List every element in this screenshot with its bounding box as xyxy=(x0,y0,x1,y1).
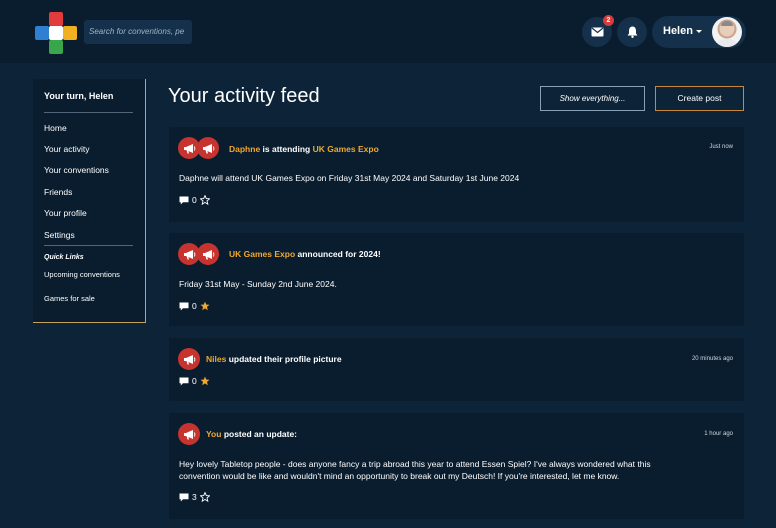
avatar[interactable] xyxy=(712,17,742,47)
post-heading: UK Games Expo announced for 2024! xyxy=(229,249,381,259)
post-body: Hey lovely Tabletop people - does anyone… xyxy=(179,458,651,482)
star-outline-icon[interactable] xyxy=(199,195,210,205)
comment-count: 0 xyxy=(192,195,197,205)
feed-post: Daphne is attending UK Games Expo Just n… xyxy=(169,127,744,222)
comment-icon[interactable] xyxy=(179,493,189,502)
show-everything-button[interactable]: Show everything... xyxy=(540,86,645,111)
post-reactions: 0 xyxy=(179,301,210,311)
sidebar-item-your-profile[interactable]: Your profile xyxy=(44,208,87,218)
user-name: Helen xyxy=(663,25,693,37)
megaphone-icon xyxy=(197,137,219,159)
post-actor-link[interactable]: Niles xyxy=(206,354,226,364)
post-verb: posted an update: xyxy=(223,429,298,439)
post-heading: Daphne is attending UK Games Expo xyxy=(229,144,379,154)
sidebar-item-your-conventions[interactable]: Your conventions xyxy=(44,165,109,175)
sidebar-item-settings[interactable]: Settings xyxy=(44,230,75,240)
comment-count: 3 xyxy=(192,492,197,502)
post-body-line: Hey lovely Tabletop people - does anyone… xyxy=(179,459,651,469)
create-post-button[interactable]: Create post xyxy=(655,86,744,111)
quick-link-upcoming-conventions[interactable]: Upcoming conventions xyxy=(44,270,120,279)
quick-links-heading: Quick Links xyxy=(44,254,84,261)
divider xyxy=(44,245,133,246)
bell-icon xyxy=(627,26,637,38)
post-verb: is attending xyxy=(262,144,311,154)
page-title: Your activity feed xyxy=(168,85,320,107)
post-reactions: 3 xyxy=(179,492,210,502)
post-body: Daphne will attend UK Games Expo on Frid… xyxy=(179,173,520,183)
megaphone-icon xyxy=(178,423,200,445)
envelope-icon xyxy=(591,27,603,37)
comment-count: 0 xyxy=(192,301,197,311)
post-heading: Niles updated their profile picture xyxy=(206,354,342,364)
megaphone-icon xyxy=(197,243,219,265)
post-verb: updated their profile picture xyxy=(228,354,342,364)
post-object-link[interactable]: UK Games Expo xyxy=(313,144,379,154)
post-timestamp: Just now xyxy=(709,144,733,150)
comment-icon[interactable] xyxy=(179,302,189,311)
user-menu[interactable]: Helen xyxy=(652,16,746,48)
post-timestamp: 1 hour ago xyxy=(704,431,733,437)
sidebar: Your turn, Helen Home Your activity Your… xyxy=(33,79,146,323)
post-body: Friday 31st May - Sunday 2nd June 2024. xyxy=(179,279,337,289)
comment-icon[interactable] xyxy=(179,377,189,386)
divider xyxy=(44,112,133,113)
feed-post: UK Games Expo announced for 2024! Friday… xyxy=(169,233,744,326)
megaphone-icon xyxy=(178,348,200,370)
search-input[interactable]: Search for conventions, pe xyxy=(84,20,192,44)
post-reactions: 0 xyxy=(179,195,210,205)
post-verb: announced for 2024! xyxy=(297,249,381,259)
site-logo[interactable] xyxy=(35,12,77,54)
sidebar-item-home[interactable]: Home xyxy=(44,123,67,133)
sidebar-item-your-activity[interactable]: Your activity xyxy=(44,144,90,154)
post-actor-link[interactable]: You xyxy=(206,429,221,439)
feed-post: You posted an update: 1 hour ago Hey lov… xyxy=(169,413,744,519)
post-actor-link[interactable]: Daphne xyxy=(229,144,260,154)
post-heading: You posted an update: xyxy=(206,429,297,439)
post-actor-link[interactable]: UK Games Expo xyxy=(229,249,295,259)
chevron-down-icon xyxy=(696,30,702,33)
sidebar-title: Your turn, Helen xyxy=(44,91,114,101)
post-reactions: 0 xyxy=(179,376,210,386)
notifications-button[interactable] xyxy=(617,17,647,47)
post-body-line: convention would be like and wouldn't mi… xyxy=(179,471,620,481)
comment-count: 0 xyxy=(192,376,197,386)
sidebar-item-friends[interactable]: Friends xyxy=(44,187,72,197)
star-outline-icon[interactable] xyxy=(199,492,210,502)
messages-badge: 2 xyxy=(603,15,614,26)
top-bar: Search for conventions, pe 2 Helen xyxy=(0,0,776,63)
star-filled-icon[interactable] xyxy=(200,376,210,386)
feed-post: Niles updated their profile picture 20 m… xyxy=(169,338,744,401)
post-timestamp: 20 minutes ago xyxy=(691,356,733,362)
star-filled-icon[interactable] xyxy=(200,301,210,311)
quick-link-games-for-sale[interactable]: Games for sale xyxy=(44,294,95,303)
comment-icon[interactable] xyxy=(179,196,189,205)
